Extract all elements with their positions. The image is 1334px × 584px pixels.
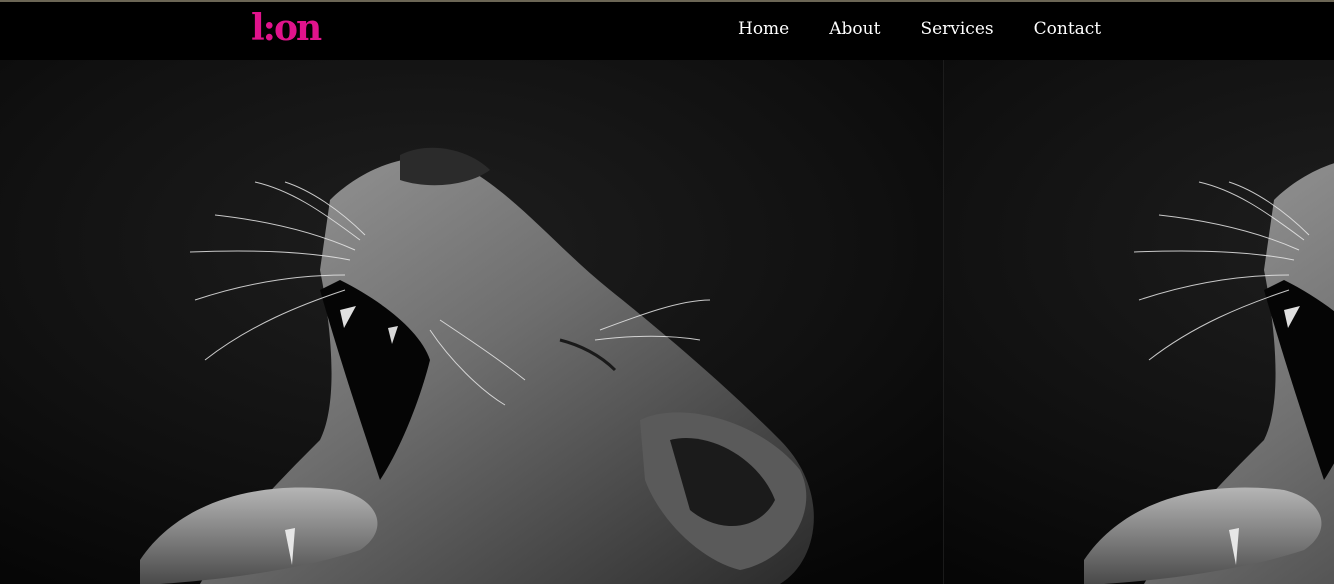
hero-lion-image-repeat <box>944 60 1334 584</box>
nav-link-services[interactable]: Services <box>920 18 993 40</box>
site-logo[interactable]: l:on <box>251 6 322 50</box>
hero-lion-image <box>0 60 944 584</box>
main-nav: Home About Services Contact <box>738 18 1101 40</box>
navbar: l:on Home About Services Contact <box>0 2 1334 60</box>
nav-link-home[interactable]: Home <box>738 18 789 40</box>
nav-link-contact[interactable]: Contact <box>1034 18 1102 40</box>
hero-banner <box>0 60 1334 584</box>
nav-link-about[interactable]: About <box>829 18 880 40</box>
